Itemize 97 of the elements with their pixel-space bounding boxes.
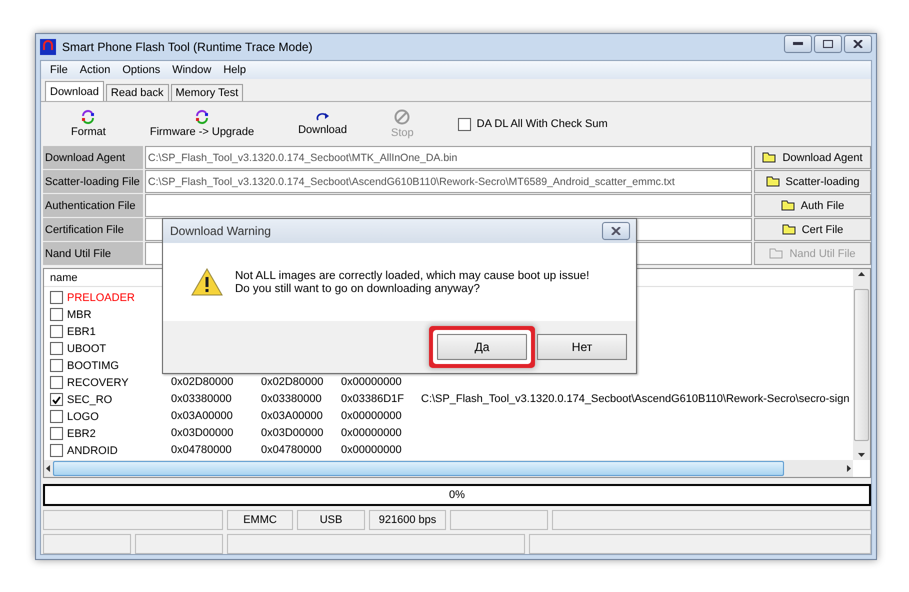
warning-message: Do you still want to go on downloading anyway? xyxy=(235,282,481,294)
app-icon xyxy=(40,39,56,55)
input-field[interactable]: C:\SP_Flash_Tool_v3.1320.0.174_Secboot\AscendG610B110\Rework-Secro\MT6589_Android_scatter_emmc.txt xyxy=(145,170,752,193)
field-label: Scatter-loading File xyxy=(43,170,143,193)
horizontal-scrollbar[interactable] xyxy=(44,460,853,477)
progress-label: 0% xyxy=(449,489,465,501)
stop-icon xyxy=(394,109,410,125)
dialog-button[interactable]: Нет xyxy=(537,334,627,360)
checkbox[interactable] xyxy=(50,308,63,321)
minimize-icon xyxy=(793,42,803,46)
menu-item[interactable]: Help xyxy=(218,64,251,76)
table-cell-text: 0x04780000 xyxy=(261,443,323,457)
table-cell-text: 0x03A00000 xyxy=(261,409,324,423)
input-field[interactable] xyxy=(145,194,752,217)
tab[interactable]: Download xyxy=(45,81,104,101)
field-label: Certification File xyxy=(43,218,143,241)
table-cell-text: 0x03380000 xyxy=(171,392,233,406)
up-arrow-icon[interactable] xyxy=(858,272,865,276)
partition-name: SEC_RO xyxy=(67,394,114,406)
table-cell-text: 0x02D80000 xyxy=(261,375,324,389)
close-button[interactable] xyxy=(844,35,872,53)
field-label: Download Agent xyxy=(43,146,143,169)
warning-icon xyxy=(191,268,223,296)
table-cell-text: 0x03D00000 xyxy=(171,426,234,440)
status-cell: EMMC xyxy=(227,510,293,530)
minimize-button[interactable] xyxy=(784,35,812,53)
checkbox[interactable] xyxy=(50,410,63,423)
tab[interactable]: Read back xyxy=(106,84,169,101)
partition-name: MBR xyxy=(67,309,92,321)
dialog-title: Download Warning xyxy=(170,224,271,238)
folder-icon xyxy=(782,224,798,235)
status-cell: USB xyxy=(297,510,365,530)
table-cell-text: 0x03380000 xyxy=(261,392,323,406)
checkbox[interactable] xyxy=(50,325,63,338)
table-cell-text: 0x04780000 xyxy=(171,443,233,457)
browse-button[interactable]: Scatter-loading xyxy=(754,170,871,193)
menu-item[interactable]: Options xyxy=(117,64,166,76)
right-arrow-icon[interactable] xyxy=(847,465,851,472)
close-button[interactable] xyxy=(602,222,630,240)
folder-icon xyxy=(769,248,786,259)
close-icon xyxy=(853,40,863,48)
menu-item[interactable]: File xyxy=(45,64,73,76)
arrows-icon xyxy=(81,110,96,124)
browse-button[interactable]: Cert File xyxy=(754,218,871,241)
toolbar-button[interactable]: Download xyxy=(288,112,357,136)
partition-name: PRELOADER xyxy=(67,292,136,304)
menu-item[interactable]: Window xyxy=(167,64,216,76)
folder-icon xyxy=(780,200,797,211)
column-header: name xyxy=(50,272,78,284)
status-cell: 921600 bps xyxy=(369,510,446,530)
checkbox[interactable] xyxy=(50,342,63,355)
checkbox[interactable] xyxy=(50,291,63,304)
partition-name: ANDROID xyxy=(67,445,119,457)
table-cell: C:\SP_Flash_Tool_v3.1320.0.174_Secboot\AscendG610B110\Rework-Secro\secro-sign xyxy=(421,392,850,406)
partition-name: EBR1 xyxy=(67,326,97,338)
redo-arrow-icon xyxy=(316,112,330,122)
table-cell-text: 0x03D00000 xyxy=(261,426,324,440)
partition-name: BOOTIMG xyxy=(67,360,120,372)
partition-name: LOGO xyxy=(67,411,100,423)
table-cell-text: 0x00000000 xyxy=(341,426,403,440)
close-icon xyxy=(611,227,621,235)
checkbox[interactable] xyxy=(50,393,63,406)
checkbox[interactable] xyxy=(50,444,63,457)
arrows-icon xyxy=(194,110,209,124)
tab[interactable]: Memory Test xyxy=(170,84,244,101)
browse-button[interactable]: Auth File xyxy=(754,194,871,217)
table-cell-text: 0x00000000 xyxy=(341,443,403,457)
vertical-scrollbar[interactable] xyxy=(853,269,870,460)
table-cell-text: 0x00000000 xyxy=(341,409,403,423)
table-cell-text: 0x03386D1F xyxy=(341,392,405,406)
check-icon xyxy=(52,396,61,404)
toolbar-button[interactable]: Firmware -> Upgrade xyxy=(140,110,264,138)
partition-name: UBOOT xyxy=(67,343,108,355)
checkbox[interactable] xyxy=(458,118,471,130)
maximize-button[interactable] xyxy=(814,35,842,53)
menu-item[interactable]: Action xyxy=(74,64,116,76)
table-cell-text: 0x00000000 xyxy=(341,375,403,389)
window-title: Smart Phone Flash Tool (Runtime Trace Mode) xyxy=(62,40,313,54)
partition-name: RECOVERY xyxy=(67,377,130,389)
field-label: Nand Util File xyxy=(43,242,143,265)
toolbar-button[interactable]: Format xyxy=(61,110,116,138)
folder-icon xyxy=(762,152,778,163)
checkbox[interactable] xyxy=(50,427,63,440)
partition-name: EBR2 xyxy=(67,428,97,440)
left-arrow-icon[interactable] xyxy=(46,465,50,472)
checkbox[interactable] xyxy=(50,359,63,372)
maximize-icon xyxy=(823,40,833,48)
browse-button[interactable]: Download Agent xyxy=(754,146,871,169)
table-cell-text: 0x03A00000 xyxy=(171,409,234,423)
input-field[interactable]: C:\SP_Flash_Tool_v3.1320.0.174_Secboot\MTK_AllInOne_DA.bin xyxy=(145,146,752,169)
folder-icon xyxy=(766,176,782,187)
down-arrow-icon[interactable] xyxy=(858,453,865,457)
table-cell-text: 0x02D80000 xyxy=(171,375,234,389)
checkbox-label: DA DL All With Check Sum xyxy=(476,118,608,130)
warning-message: Not ALL images are correctly loaded, which may cause boot up issue! xyxy=(235,270,590,282)
field-label: Authentication File xyxy=(43,194,143,217)
checkbox[interactable] xyxy=(50,376,63,389)
